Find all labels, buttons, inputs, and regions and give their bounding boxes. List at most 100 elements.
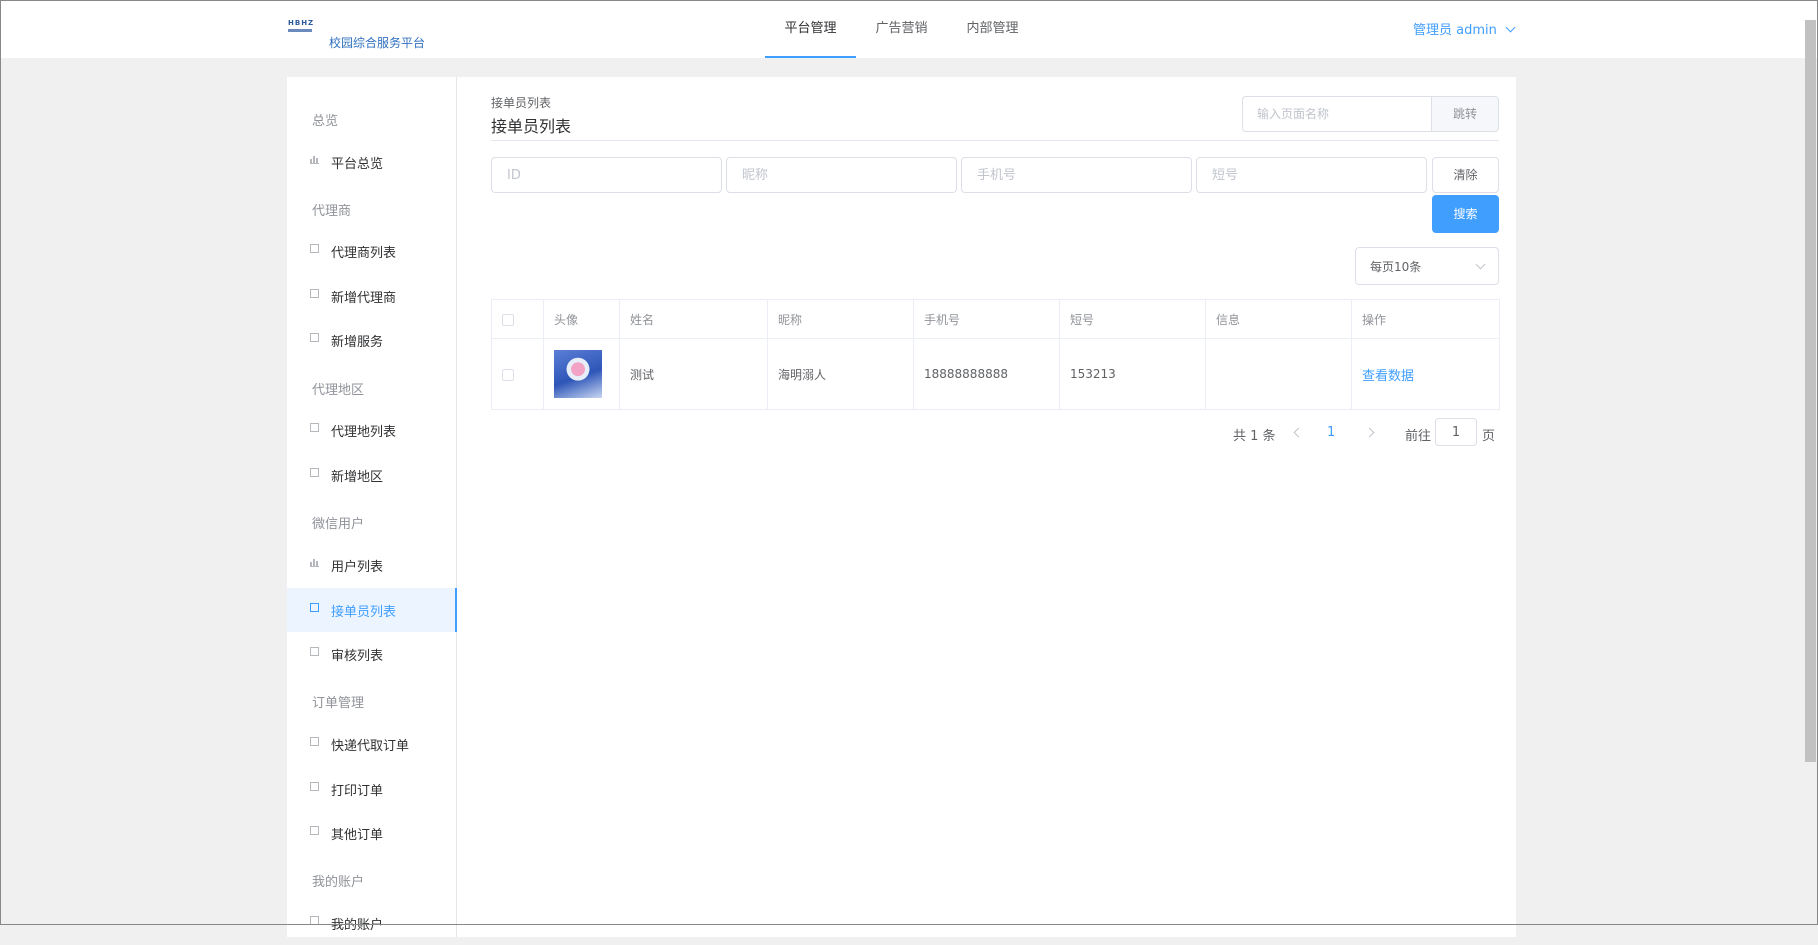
user-menu-label: 管理员 admin <box>1413 23 1497 38</box>
bar-chart-icon <box>310 155 319 164</box>
calendar-icon <box>310 244 319 253</box>
tab-ad-marketing[interactable]: 广告营销 <box>856 0 947 56</box>
page-jump-input[interactable] <box>1242 96 1431 132</box>
pagination-total: 共 1 条 <box>1233 429 1276 444</box>
sidebar-item-print-orders[interactable]: 打印订单 <box>287 767 456 811</box>
sidebar-item-label: 审核列表 <box>331 649 384 664</box>
sidebar-item-label: 打印订单 <box>331 784 384 799</box>
page-size-select[interactable]: 每页10条 <box>1355 247 1499 285</box>
sidebar-item-label: 我的账户 <box>331 918 384 933</box>
sidebar-item-label: 其他订单 <box>331 828 384 843</box>
logo-mark: HBHZ <box>288 19 315 27</box>
sidebar-item-region-list[interactable]: 代理地列表 <box>287 408 456 452</box>
page-title: 接单员列表 <box>491 117 572 136</box>
sidebar-item-label: 代理地列表 <box>331 425 397 440</box>
chevron-down-icon <box>1475 259 1486 270</box>
document-icon <box>310 782 319 791</box>
bar-chart-icon <box>310 558 319 567</box>
sidebar-group-agents: 代理商 <box>312 204 352 219</box>
table-row: 测试 海明溺人 18888888888 153213 查看数据 <box>491 338 1500 410</box>
page-size-value: 每页10条 <box>1370 260 1422 274</box>
chevron-down-icon <box>1505 22 1516 33</box>
table-header-row: 头像 姓名 昵称 手机号 短号 信息 操作 <box>491 299 1500 339</box>
title-divider <box>491 140 1499 141</box>
sidebar-item-user-list[interactable]: 用户列表 <box>287 543 456 587</box>
sidebar: 总览 平台总览 代理商 代理商列表 新增代理商 新增服务 代理地区 代理地列表 … <box>287 77 457 937</box>
sidebar-item-label: 新增地区 <box>331 470 384 485</box>
sidebar-item-add-region[interactable]: 新增地区 <box>287 453 456 497</box>
sidebar-item-agent-list[interactable]: 代理商列表 <box>287 229 456 273</box>
name-cell: 测试 <box>619 338 768 410</box>
row-checkbox[interactable] <box>502 368 514 381</box>
document-icon <box>310 916 319 925</box>
sidebar-item-other-orders[interactable]: 其他订单 <box>287 811 456 855</box>
sidebar-group-my-account: 我的账户 <box>312 875 365 890</box>
sidebar-item-courier-list[interactable]: 接单员列表 <box>287 588 457 632</box>
column-header-name: 姓名 <box>619 299 768 339</box>
sidebar-item-label: 平台总览 <box>331 157 384 172</box>
id-filter-input[interactable] <box>491 157 722 193</box>
document-icon <box>310 737 319 746</box>
pagination-page-1[interactable]: 1 <box>1327 425 1335 440</box>
jump-button[interactable]: 跳转 <box>1431 96 1499 132</box>
content-card: 总览 平台总览 代理商 代理商列表 新增代理商 新增服务 代理地区 代理地列表 … <box>287 77 1516 937</box>
sidebar-item-label: 快递代取订单 <box>331 739 410 754</box>
sidebar-group-overview: 总览 <box>312 114 339 129</box>
tab-internal-management[interactable]: 内部管理 <box>947 0 1038 56</box>
sidebar-item-express-orders[interactable]: 快递代取订单 <box>287 722 456 766</box>
phone-cell: 18888888888 <box>913 338 1060 410</box>
logo-underline <box>288 29 312 32</box>
select-all-cell <box>491 299 544 339</box>
logo-text: 校园综合服务平台 <box>329 36 426 50</box>
column-header-nickname: 昵称 <box>767 299 914 339</box>
column-header-actions: 操作 <box>1351 299 1500 339</box>
pagination-goto-suffix: 页 <box>1482 429 1496 444</box>
sidebar-item-label: 接单员列表 <box>331 605 397 620</box>
select-all-checkbox[interactable] <box>502 313 514 326</box>
sidebar-group-wechat-users: 微信用户 <box>312 517 365 532</box>
tab-platform-management[interactable]: 平台管理 <box>765 0 856 58</box>
pagination-goto-prefix: 前往 <box>1405 429 1432 444</box>
avatar <box>554 350 602 398</box>
view-data-link[interactable]: 查看数据 <box>1362 369 1414 384</box>
column-header-info: 信息 <box>1205 299 1352 339</box>
search-button[interactable]: 搜索 <box>1432 195 1499 233</box>
sidebar-item-review-list[interactable]: 审核列表 <box>287 632 456 676</box>
clear-button[interactable]: 清除 <box>1432 157 1499 193</box>
calendar-icon <box>310 423 319 432</box>
row-select-cell <box>491 338 544 410</box>
pagination-goto-input[interactable] <box>1435 418 1477 446</box>
page-scrollbar[interactable] <box>1805 20 1816 762</box>
document-icon <box>310 826 319 835</box>
sidebar-item-add-agent[interactable]: 新增代理商 <box>287 274 456 318</box>
info-cell <box>1205 338 1352 410</box>
sidebar-item-add-service[interactable]: 新增服务 <box>287 318 456 362</box>
document-icon <box>310 647 319 656</box>
phone-filter-input[interactable] <box>961 157 1192 193</box>
document-icon <box>310 603 319 612</box>
edit-icon <box>310 468 319 477</box>
column-header-short-number: 短号 <box>1059 299 1206 339</box>
edit-icon <box>310 289 319 298</box>
sidebar-item-my-account[interactable]: 我的账户 <box>287 901 456 945</box>
sidebar-item-label: 代理商列表 <box>331 246 397 261</box>
chevron-right-icon[interactable] <box>1364 427 1375 438</box>
sidebar-item-label: 用户列表 <box>331 560 384 575</box>
edit-icon <box>310 333 319 342</box>
avatar-cell <box>543 338 620 410</box>
column-header-phone: 手机号 <box>913 299 1060 339</box>
top-header: HBHZ 校园综合服务平台 平台管理 广告营销 内部管理 管理员 admin <box>0 0 1818 58</box>
sidebar-group-orders: 订单管理 <box>312 696 365 711</box>
nickname-filter-input[interactable] <box>726 157 957 193</box>
courier-table: 头像 姓名 昵称 手机号 短号 信息 操作 测试 海明溺人 1888888888… <box>491 299 1500 410</box>
sidebar-item-platform-overview[interactable]: 平台总览 <box>287 140 456 184</box>
short-number-cell: 153213 <box>1059 338 1206 410</box>
user-menu[interactable]: 管理员 admin <box>1413 19 1516 38</box>
breadcrumb: 接单员列表 <box>491 96 552 110</box>
actions-cell: 查看数据 <box>1351 338 1500 410</box>
sidebar-item-label: 新增服务 <box>331 335 384 350</box>
short-number-filter-input[interactable] <box>1196 157 1427 193</box>
nickname-cell: 海明溺人 <box>767 338 914 410</box>
chevron-left-icon[interactable] <box>1293 427 1304 438</box>
column-header-avatar: 头像 <box>543 299 620 339</box>
